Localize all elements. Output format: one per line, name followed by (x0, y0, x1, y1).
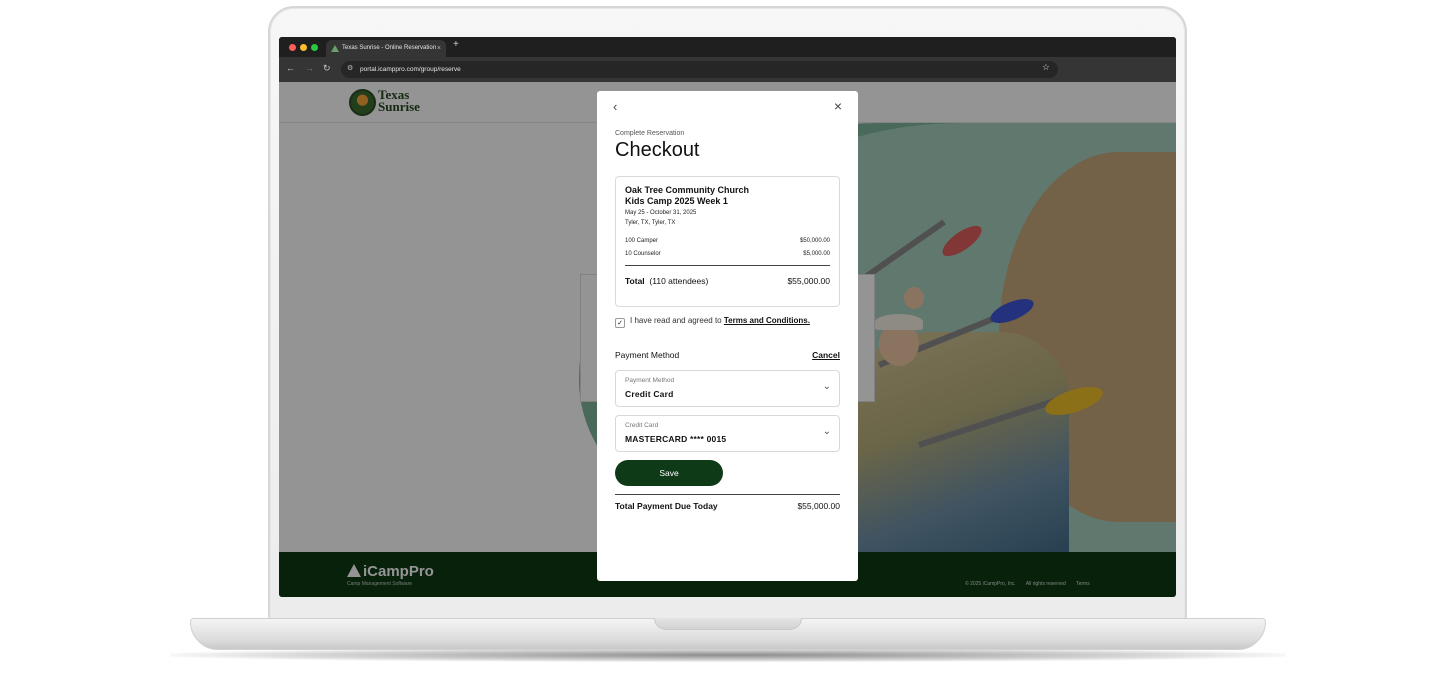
laptop-screen: Texas Sunrise - Online Reservation × + ←… (279, 37, 1176, 597)
back-arrow-icon[interactable]: ← (286, 63, 295, 73)
modal-title: Checkout (615, 139, 700, 161)
total-attendees: (110 attendees) (649, 276, 709, 286)
browser-toolbar: ← → ↻ ⚙ portal.icamppro.com/group/reserv… (279, 57, 1176, 82)
event-dates: May 25 - October 31, 2025 (625, 210, 697, 216)
organization-name: Oak Tree Community Church (625, 185, 750, 195)
modal-subtitle: Complete Reservation (615, 130, 685, 137)
new-tab-button[interactable]: + (453, 39, 459, 50)
total-label: Total (625, 276, 645, 286)
terms-agreement: ✓ I have read and agreed to Terms and Con… (615, 316, 810, 328)
cancel-link[interactable]: Cancel (812, 350, 840, 360)
back-chevron-icon[interactable]: ‹ (613, 99, 617, 114)
line-item-amount: $50,000.00 (799, 238, 830, 244)
line-item: 100 Camper $50,000.00 (625, 238, 830, 244)
tab-title: Texas Sunrise - Online Reservation (342, 45, 437, 51)
event-location: Tyler, TX, Tyler, TX (625, 220, 676, 226)
line-item-label: 100 Camper (625, 238, 659, 244)
summary-total-row: Total (110 attendees) $55,000.00 (625, 276, 830, 286)
event-name: Kids Camp 2025 Week 1 (625, 196, 728, 206)
checkout-modal: ‹ × Complete Reservation Checkout Oak Tr… (597, 91, 858, 581)
due-divider (615, 494, 840, 495)
site-settings-icon[interactable]: ⚙ (347, 64, 353, 72)
close-icon[interactable]: × (834, 98, 842, 114)
terms-link[interactable]: Terms and Conditions. (724, 316, 810, 325)
total-due-amount: $55,000.00 (797, 501, 840, 511)
laptop-notch (654, 618, 802, 630)
chevron-down-icon: ⌄ (822, 381, 831, 392)
chevron-down-icon: ⌄ (822, 426, 831, 437)
payment-method-select[interactable]: Payment Method Credit Card ⌄ (615, 370, 840, 407)
window-zoom-dot[interactable] (311, 44, 318, 51)
payment-method-value: Credit Card (625, 389, 674, 399)
web-page: Texas Sunrise iCampPro Camp Management S… (279, 82, 1176, 597)
save-button[interactable]: Save (615, 460, 723, 486)
payment-method-label: Payment Method (625, 377, 675, 384)
line-item: 10 Counselor $5,000.00 (625, 251, 830, 257)
total-label-group: Total (110 attendees) (625, 276, 708, 286)
address-bar[interactable]: ⚙ portal.icamppro.com/group/reserve ☆ (341, 61, 1058, 78)
payment-method-heading: Payment Method (615, 350, 680, 360)
window-close-dot[interactable] (289, 44, 296, 51)
tent-icon (331, 45, 339, 52)
summary-divider (625, 265, 830, 266)
browser-tabbar: Texas Sunrise - Online Reservation × + (279, 37, 1176, 57)
browser-tab[interactable]: Texas Sunrise - Online Reservation × (326, 40, 446, 57)
line-item-label: 10 Counselor (625, 251, 661, 257)
reload-icon[interactable]: ↻ (323, 63, 331, 74)
credit-card-label: Credit Card (625, 422, 659, 429)
terms-checkbox[interactable]: ✓ (615, 318, 625, 328)
total-due-row: Total Payment Due Today $55,000.00 (615, 501, 840, 511)
reservation-summary-card: Oak Tree Community Church Kids Camp 2025… (615, 176, 840, 307)
credit-card-select[interactable]: Credit Card MASTERCARD **** 0015 ⌄ (615, 415, 840, 452)
total-due-label: Total Payment Due Today (615, 501, 718, 511)
url-text: portal.icamppro.com/group/reserve (360, 66, 461, 73)
total-amount: $55,000.00 (787, 276, 830, 286)
tab-close-icon[interactable]: × (437, 40, 441, 57)
laptop-shadow (170, 648, 1286, 662)
window-minimize-dot[interactable] (300, 44, 307, 51)
line-item-amount: $5,000.00 (803, 251, 830, 257)
credit-card-value: MASTERCARD **** 0015 (625, 434, 727, 444)
forward-arrow-icon[interactable]: → (305, 63, 314, 73)
bookmark-star-icon[interactable]: ☆ (1042, 62, 1050, 73)
agreement-text: I have read and agreed to (630, 316, 722, 325)
